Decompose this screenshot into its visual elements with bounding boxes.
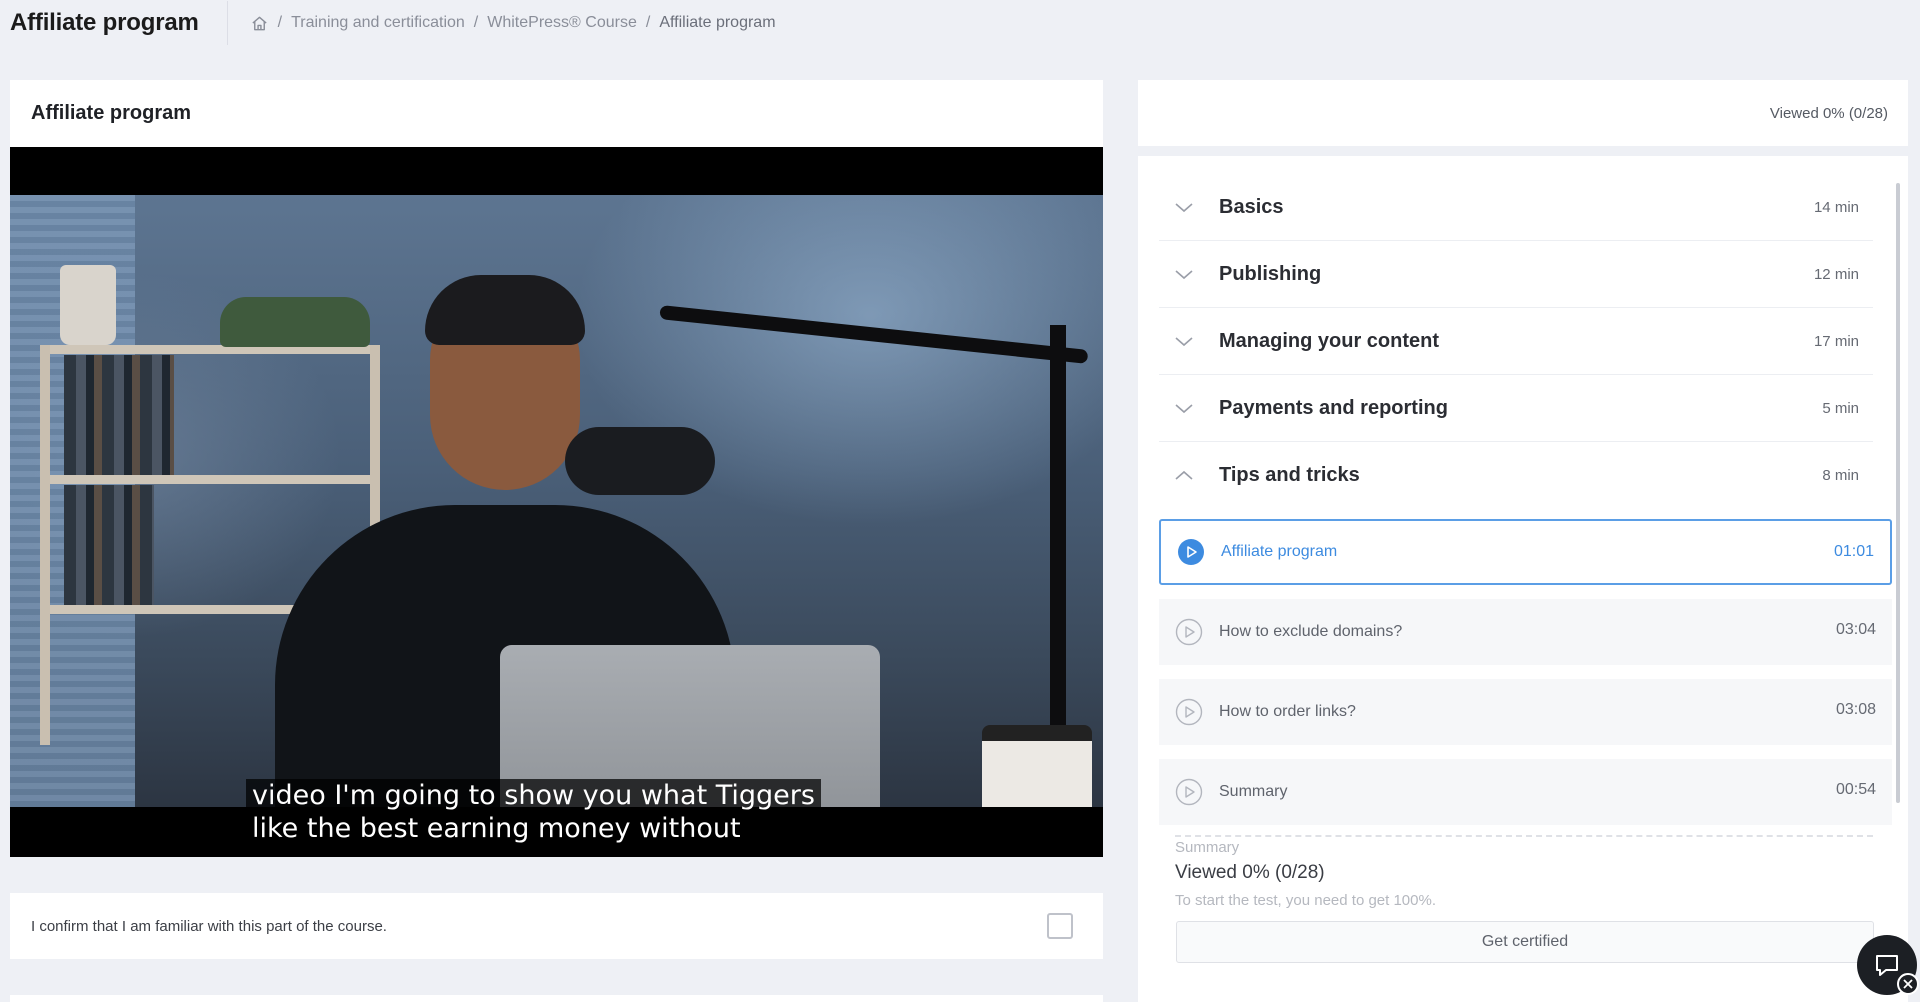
outline-scrollbar[interactable] <box>1896 183 1900 803</box>
play-circle-icon <box>1178 539 1204 565</box>
video-scene-cup <box>982 725 1092 807</box>
section-duration: 12 min <box>1813 265 1859 283</box>
section-payments-reporting[interactable]: Payments and reporting 5 min <box>1159 375 1873 442</box>
section-title: Publishing <box>1219 262 1322 285</box>
section-duration: 14 min <box>1813 198 1859 216</box>
video-scene-microphone <box>565 427 715 495</box>
chevron-down-icon <box>1175 203 1193 213</box>
video-player[interactable]: video I'm going to show you what Tiggers… <box>10 147 1103 857</box>
lesson-exclude-domains[interactable]: How to exclude domains? 03:04 <box>1159 599 1892 665</box>
header-divider <box>226 1 228 45</box>
breadcrumb-current: Affiliate program <box>659 14 776 31</box>
home-icon[interactable] <box>250 14 269 33</box>
summary-hint: To start the test, you need to get 100%. <box>1175 892 1436 909</box>
video-title: Affiliate program <box>31 101 192 124</box>
chevron-down-icon <box>1175 404 1193 414</box>
section-duration: 5 min <box>1822 399 1859 417</box>
breadcrumb-separator: / <box>473 14 479 31</box>
video-scene-mic-post <box>1050 325 1066 755</box>
section-duration: 17 min <box>1813 332 1859 350</box>
close-icon <box>1903 979 1913 989</box>
section-title: Basics <box>1219 195 1284 218</box>
play-circle-icon <box>1175 618 1203 646</box>
confirm-checkbox[interactable] <box>1047 913 1073 939</box>
chat-icon <box>1876 955 1898 976</box>
progress-label: Viewed 0% (0/28) <box>1769 104 1888 122</box>
breadcrumb-separator: / <box>277 14 283 31</box>
next-card-edge <box>10 995 1103 1002</box>
video-frame[interactable] <box>10 195 1103 807</box>
summary-label: Summary <box>1175 839 1240 856</box>
video-scene-mug <box>60 265 116 345</box>
lesson-time: 00:54 <box>1835 781 1876 798</box>
lesson-time: 01:01 <box>1833 543 1874 560</box>
summary-viewed: Viewed 0% (0/28) <box>1175 862 1325 883</box>
video-scene-plant <box>220 297 370 347</box>
video-scene-presenter-hair <box>425 275 585 345</box>
breadcrumb-course[interactable]: WhitePress® Course <box>487 14 637 32</box>
breadcrumb-training[interactable]: Training and certification <box>291 14 465 32</box>
video-subtitle-line: like the best earning money without <box>246 812 747 845</box>
section-title: Managing your content <box>1219 329 1439 352</box>
chevron-down-icon <box>1175 270 1193 280</box>
lesson-summary[interactable]: Summary 00:54 <box>1159 759 1892 825</box>
lesson-affiliate-program[interactable]: Affiliate program 01:01 <box>1159 519 1892 585</box>
confirm-label: I confirm that I am familiar with this p… <box>31 917 387 935</box>
top-bar: Affiliate program / Training and certifi… <box>0 0 1920 46</box>
section-managing-content[interactable]: Managing your content 17 min <box>1159 308 1873 375</box>
play-circle-icon <box>1175 698 1203 726</box>
breadcrumb: / Training and certification / WhitePres… <box>250 14 776 33</box>
breadcrumb-separator: / <box>645 14 651 31</box>
section-publishing[interactable]: Publishing 12 min <box>1159 241 1873 308</box>
confirm-card: I confirm that I am familiar with this p… <box>10 893 1103 959</box>
get-certified-button[interactable]: Get certified <box>1176 921 1874 963</box>
chat-close-button[interactable] <box>1897 973 1919 995</box>
lesson-time: 03:08 <box>1835 701 1876 718</box>
summary-divider <box>1175 835 1873 837</box>
page-title: Affiliate program <box>10 9 199 36</box>
chevron-up-icon <box>1175 470 1193 480</box>
lesson-title: Summary <box>1219 783 1288 800</box>
lesson-title: How to order links? <box>1219 703 1356 720</box>
lesson-order-links[interactable]: How to order links? 03:08 <box>1159 679 1892 745</box>
video-subtitle-line: video I'm going to show you what Tiggers <box>246 779 821 812</box>
section-duration: 8 min <box>1822 467 1859 484</box>
section-basics[interactable]: Basics 14 min <box>1159 174 1873 241</box>
lesson-time: 03:04 <box>1835 621 1876 638</box>
course-outline: Basics 14 min Publishing 12 min Managing… <box>1138 156 1908 1002</box>
progress-card: Viewed 0% (0/28) <box>1138 80 1908 146</box>
lesson-title: Affiliate program <box>1221 543 1338 560</box>
play-circle-icon <box>1175 778 1203 806</box>
section-title: Payments and reporting <box>1219 396 1448 419</box>
video-scene-mic-arm <box>659 305 1089 364</box>
video-card: Affiliate program video I'm going to sho… <box>10 80 1103 857</box>
section-tips-tricks[interactable]: Tips and tricks 8 min <box>1159 442 1873 509</box>
section-title: Tips and tricks <box>1219 464 1360 486</box>
lesson-title: How to exclude domains? <box>1219 623 1403 640</box>
chevron-down-icon <box>1175 337 1193 347</box>
